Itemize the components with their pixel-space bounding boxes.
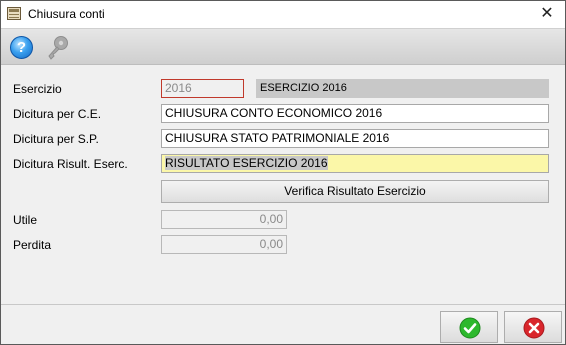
utile-field: 0,00 (161, 210, 287, 229)
window-title: Chiusura conti (28, 7, 105, 21)
dicitura-ce-input[interactable]: CHIUSURA CONTO ECONOMICO 2016 (161, 104, 549, 123)
window-icon (7, 7, 21, 20)
dicitura-risultato-selected-text: RISULTATO ESERCIZIO 2016 (165, 156, 328, 170)
utile-label: Utile (13, 213, 38, 227)
chiusura-conti-window: Chiusura conti ✕ ? Esercizio 2016 ESERCI… (0, 0, 566, 345)
dicitura-sp-label: Dicitura per S.P. (13, 132, 99, 146)
esercizio-year-field[interactable]: 2016 (161, 79, 244, 98)
close-icon[interactable]: ✕ (537, 4, 557, 24)
perdita-field: 0,00 (161, 235, 287, 254)
title-bar: Chiusura conti ✕ (1, 1, 565, 28)
dicitura-ce-label: Dicitura per C.E. (13, 107, 102, 121)
dicitura-sp-input[interactable]: CHIUSURA STATO PATRIMONIALE 2016 (161, 129, 549, 148)
help-icon[interactable]: ? (10, 36, 33, 59)
cancel-button[interactable] (504, 311, 562, 343)
dicitura-risultato-label: Dicitura Risult. Eserc. (13, 157, 128, 171)
esercizio-description-field: ESERCIZIO 2016 (256, 79, 549, 98)
confirm-button[interactable] (440, 311, 498, 343)
dicitura-risultato-input[interactable]: RISULTATO ESERCIZIO 2016 (161, 154, 549, 173)
confirm-check-icon (459, 317, 481, 339)
cancel-x-icon (523, 317, 545, 339)
perdita-label: Perdita (13, 238, 52, 252)
verifica-risultato-button[interactable]: Verifica Risultato Esercizio (161, 180, 549, 203)
key-icon[interactable] (45, 34, 71, 62)
action-bar (1, 304, 565, 344)
esercizio-label: Esercizio (13, 82, 62, 96)
toolbar: ? (1, 28, 565, 65)
